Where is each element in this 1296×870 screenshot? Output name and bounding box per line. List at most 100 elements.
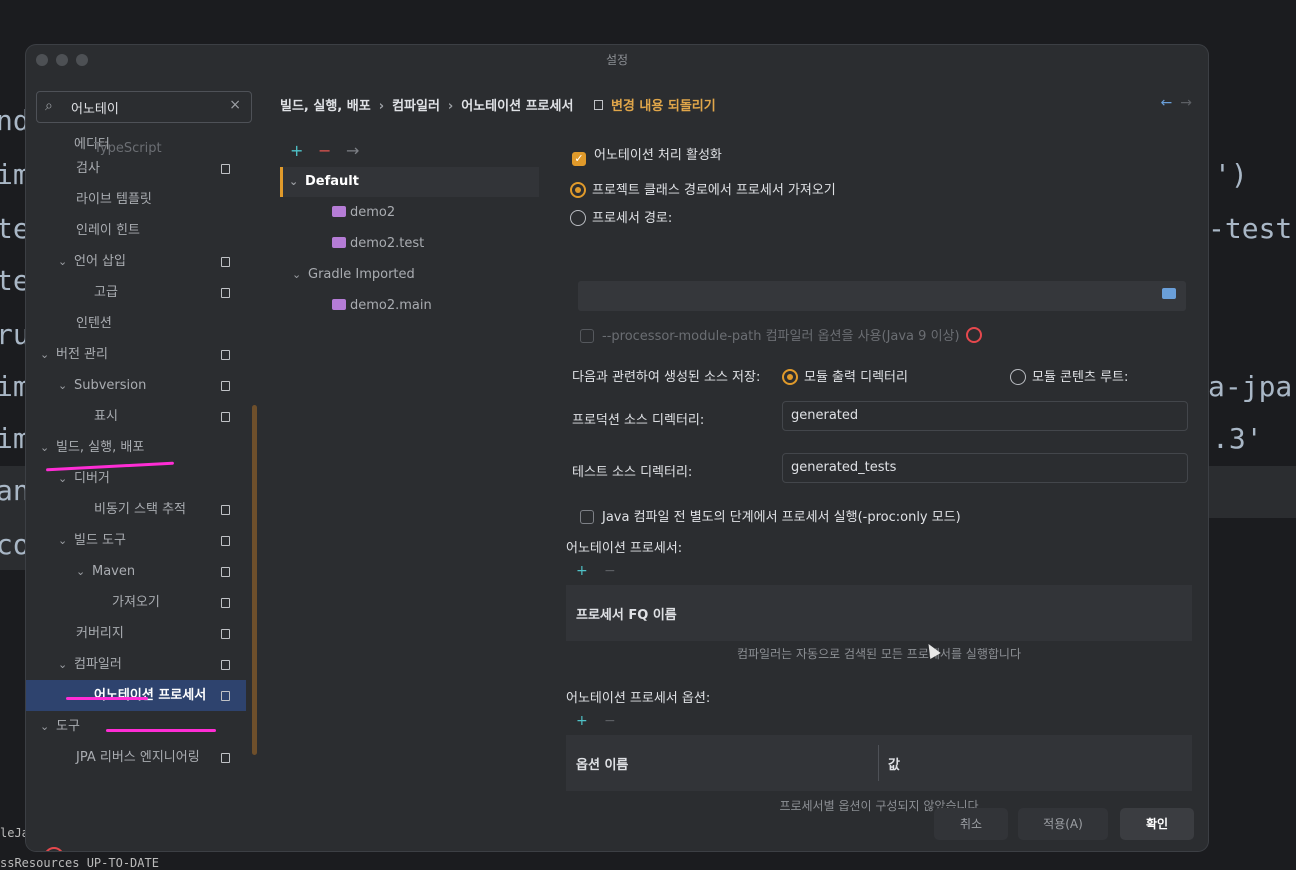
tree-item-build-tools[interactable]: ⌄ 빌드 도구 bbox=[58, 525, 246, 556]
minimize-window-button[interactable] bbox=[56, 54, 68, 66]
processor-fq-name-column[interactable]: 프로세서 FQ 이름 bbox=[576, 604, 677, 623]
remove-processor-icon[interactable]: − bbox=[604, 563, 616, 579]
module-output-directory-radio[interactable]: 모듈 출력 디렉터리 bbox=[782, 366, 908, 385]
tree-item-presentation[interactable]: 표시 bbox=[94, 401, 246, 432]
add-processor-icon[interactable]: + bbox=[576, 563, 588, 579]
tree-item-build-execution-deployment[interactable]: ⌄ 빌드, 실행, 배포 bbox=[40, 432, 144, 463]
forward-arrow-icon[interactable]: → bbox=[1180, 95, 1192, 111]
processor-module-path-checkbox[interactable]: --processor-module-path 컴파일러 옵션을 사용(Java… bbox=[580, 325, 982, 344]
tree-item-label: 비동기 스택 추적 bbox=[94, 502, 186, 517]
test-sources-dir-input[interactable]: generated_tests bbox=[782, 453, 1188, 483]
modified-badge-icon bbox=[221, 164, 230, 174]
tree-item-label: 버전 관리 bbox=[56, 347, 108, 362]
options-table-header: 옵션 이름 값 bbox=[566, 735, 1192, 791]
radio-selected-icon bbox=[570, 182, 586, 198]
back-arrow-icon[interactable]: ← bbox=[1161, 95, 1173, 111]
remove-option-icon[interactable]: − bbox=[604, 713, 616, 729]
modified-badge-icon bbox=[221, 412, 230, 422]
tree-item-maven[interactable]: ⌄ Maven bbox=[76, 556, 246, 587]
tree-item-label: 가져오기 bbox=[112, 595, 160, 610]
profile-label: Default bbox=[305, 174, 359, 189]
proc-only-checkbox[interactable]: Java 컴파일 전 별도의 단계에서 프로세서 실행(-proc:only 모… bbox=[580, 506, 961, 525]
sidebar-scrollbar[interactable] bbox=[252, 405, 257, 755]
tree-item-async-stack-traces[interactable]: 비동기 스택 추적 bbox=[94, 494, 246, 525]
breadcrumb-item[interactable]: 빌드, 실행, 배포 bbox=[280, 99, 371, 114]
checkbox-label: Java 컴파일 전 별도의 단계에서 프로세서 실행(-proc:only 모… bbox=[602, 510, 961, 525]
enable-annotation-processing-checkbox[interactable]: ✓ 어노테이션 처리 활성화 bbox=[572, 144, 722, 166]
profile-gradle-imported[interactable]: ⌄ Gradle Imported bbox=[292, 260, 415, 290]
chevron-down-icon: ⌄ bbox=[76, 565, 86, 578]
close-window-button[interactable] bbox=[36, 54, 48, 66]
tree-item-label: Maven bbox=[92, 564, 136, 579]
breadcrumb: 빌드, 실행, 배포 › 컴파일러 › 어노테이션 프로세서 변경 내용 되돌리기 bbox=[280, 95, 724, 114]
maximize-window-button[interactable] bbox=[76, 54, 88, 66]
profiles-panel: + − → ⌄ Default demo2 demo2.test ⌄ Gradle … bbox=[280, 137, 548, 777]
add-profile-icon[interactable]: + bbox=[290, 141, 303, 160]
radio-unselected-icon bbox=[570, 210, 586, 226]
add-option-icon[interactable]: + bbox=[576, 713, 588, 729]
annotation-processor-settings: ✓ 어노테이션 처리 활성화 프로젝트 클래스 경로에서 프로세서 가져오기 프로… bbox=[566, 137, 1198, 813]
checkbox-unchecked-icon bbox=[580, 329, 594, 343]
settings-search-input[interactable]: ⌕ 어노테이 × bbox=[36, 91, 252, 123]
tree-item-label: 언어 삽입 bbox=[74, 254, 126, 269]
profile-label: demo2.test bbox=[350, 236, 425, 251]
tree-item-version-control[interactable]: ⌄ 버전 관리 bbox=[40, 339, 246, 370]
tree-item-label: 디버거 bbox=[74, 471, 110, 486]
modified-badge-icon bbox=[221, 660, 230, 670]
tree-item-intentions[interactable]: 인텐션 bbox=[76, 308, 112, 339]
obtain-from-classpath-radio[interactable]: 프로젝트 클래스 경로에서 프로세서 가져오기 bbox=[570, 179, 836, 198]
cancel-button[interactable]: 취소 bbox=[934, 808, 1008, 840]
modified-badge-icon bbox=[221, 288, 230, 298]
option-value-column[interactable]: 값 bbox=[888, 754, 900, 773]
option-name-column[interactable]: 옵션 이름 bbox=[576, 754, 628, 773]
tree-item-coverage[interactable]: 커버리지 bbox=[76, 618, 246, 649]
chevron-down-icon: ⌄ bbox=[40, 348, 50, 361]
profile-default[interactable]: ⌄ Default bbox=[280, 167, 539, 197]
clear-search-icon[interactable]: × bbox=[229, 97, 241, 113]
move-profile-icon[interactable]: → bbox=[346, 141, 359, 160]
annotation-underline bbox=[106, 729, 216, 732]
tree-item-subversion[interactable]: ⌄ Subversion bbox=[58, 370, 246, 401]
tree-item-inlay-hints[interactable]: 인레이 힌트 bbox=[76, 215, 140, 246]
bg-code-fragment: ') bbox=[1214, 158, 1248, 191]
tree-item-label: 라이브 템플릿 bbox=[76, 192, 152, 207]
ok-button[interactable]: 확인 bbox=[1120, 808, 1194, 840]
production-sources-dir-input[interactable]: generated bbox=[782, 401, 1188, 431]
apply-button[interactable]: 적용(A) bbox=[1018, 808, 1108, 840]
search-icon: ⌕ bbox=[45, 98, 53, 114]
tree-item-tools[interactable]: ⌄ 도구 bbox=[40, 711, 80, 742]
modified-badge-icon bbox=[221, 753, 230, 763]
processor-path-input[interactable] bbox=[578, 281, 1186, 311]
tree-item-label: 인레이 힌트 bbox=[76, 223, 140, 238]
help-icon[interactable]: ? bbox=[44, 847, 64, 851]
checkbox-checked-icon: ✓ bbox=[572, 152, 586, 166]
profile-module-demo2-test[interactable]: demo2.test bbox=[332, 229, 424, 259]
tree-item-language-injection[interactable]: ⌄ 언어 삽입 bbox=[58, 246, 246, 277]
module-folder-icon bbox=[332, 237, 346, 248]
module-content-root-radio[interactable]: 모듈 콘텐츠 루트: bbox=[1010, 366, 1128, 385]
remove-profile-icon[interactable]: − bbox=[318, 141, 331, 160]
tree-item-label: 어노테이션 프로세서 bbox=[94, 688, 207, 703]
folder-icon[interactable] bbox=[1162, 288, 1176, 299]
tree-item-advanced[interactable]: 고급 bbox=[94, 277, 246, 308]
bg-console-line: ssResources UP-TO-DATE bbox=[0, 856, 159, 870]
chevron-down-icon: ⌄ bbox=[40, 441, 50, 454]
checkbox-label: 어노테이션 처리 활성화 bbox=[594, 148, 722, 163]
tree-item-inspections[interactable]: 검사 bbox=[76, 153, 246, 184]
bg-code-fragment: a-jpa bbox=[1208, 370, 1293, 403]
navigation-buttons: ← → bbox=[1161, 95, 1192, 111]
tree-item-annotation-processors[interactable]: 어노테이션 프로세서 bbox=[26, 680, 246, 711]
tree-item-live-templates[interactable]: 라이브 템플릿 bbox=[76, 184, 152, 215]
revert-changes-link[interactable]: 변경 내용 되돌리기 bbox=[611, 99, 716, 114]
modified-badge-icon bbox=[593, 100, 603, 110]
processor-path-radio[interactable]: 프로세서 경로: bbox=[570, 207, 672, 226]
help-icon[interactable] bbox=[965, 327, 982, 343]
modified-badge-icon bbox=[221, 691, 230, 701]
breadcrumb-item[interactable]: 컴파일러 bbox=[392, 99, 440, 114]
tree-item-importing[interactable]: 가져오기 bbox=[112, 587, 246, 618]
profile-module-demo2-main[interactable]: demo2.main bbox=[332, 291, 432, 321]
breadcrumb-separator: › bbox=[447, 99, 454, 114]
tree-item-compiler[interactable]: ⌄ 컴파일러 bbox=[58, 649, 246, 680]
tree-item-jpa-reverse-engineering[interactable]: JPA 리버스 엔지니어링 bbox=[76, 742, 246, 773]
profile-module-demo2[interactable]: demo2 bbox=[332, 198, 395, 228]
